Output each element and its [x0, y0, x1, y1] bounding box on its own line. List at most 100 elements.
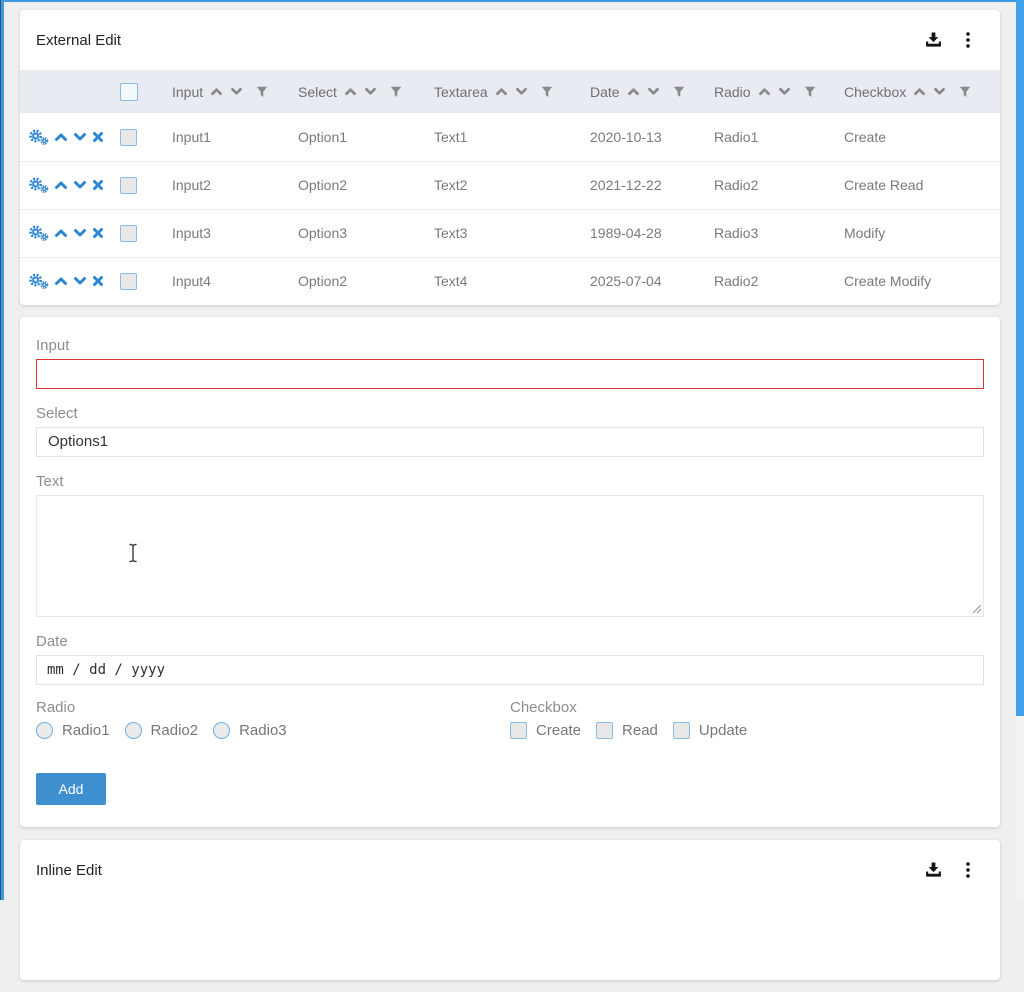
sort-desc-icon[interactable] [364, 87, 377, 96]
select-field[interactable]: Options1 [36, 427, 984, 457]
move-down-icon[interactable] [73, 276, 87, 286]
sort-desc-icon[interactable] [230, 87, 243, 96]
sort-desc-icon[interactable] [647, 87, 660, 96]
radio-button-icon[interactable] [125, 722, 142, 739]
settings-cogs-icon[interactable] [28, 272, 49, 290]
viewport-top-border [0, 0, 1024, 2]
cell-checkbox: Create Read [844, 161, 1000, 209]
move-down-icon[interactable] [73, 180, 87, 190]
checkbox-icon[interactable] [596, 722, 613, 739]
move-up-icon[interactable] [54, 132, 68, 142]
cell-checkbox: Modify [844, 209, 1000, 257]
download-icon[interactable] [925, 862, 942, 878]
delete-x-icon[interactable] [92, 227, 104, 239]
cell-select: Option1 [298, 113, 434, 161]
radio-option-label: Radio2 [151, 722, 199, 739]
filter-icon[interactable] [541, 86, 553, 98]
cell-input: Input4 [172, 257, 298, 305]
settings-cogs-icon[interactable] [28, 128, 49, 146]
cell-select: Option2 [298, 257, 434, 305]
checkbox-option-label: Create [536, 722, 581, 739]
checkbox-option-update[interactable]: Update [673, 722, 747, 739]
column-header-select[interactable]: Select [298, 70, 434, 113]
radio-option-radio3[interactable]: Radio3 [213, 722, 287, 739]
scrollbar-track[interactable] [1016, 0, 1024, 900]
sort-asc-icon[interactable] [627, 87, 640, 96]
radio-button-icon[interactable] [213, 722, 230, 739]
select-label: Select [36, 405, 984, 422]
move-down-icon[interactable] [73, 228, 87, 238]
scrollbar-thumb[interactable] [1016, 0, 1024, 716]
sort-asc-icon[interactable] [913, 87, 926, 96]
date-field[interactable] [36, 655, 984, 685]
sort-desc-icon[interactable] [515, 87, 528, 96]
filter-icon[interactable] [673, 86, 685, 98]
inline-edit-card: Inline Edit [20, 840, 1000, 980]
column-header-actions [20, 70, 120, 113]
radio-button-icon[interactable] [36, 722, 53, 739]
settings-cogs-icon[interactable] [28, 176, 49, 194]
move-up-icon[interactable] [54, 180, 68, 190]
add-record-form-card: Input Select Options1 Text Date Radio Ra… [20, 317, 1000, 827]
checkbox-option-read[interactable]: Read [596, 722, 658, 739]
column-header-input[interactable]: Input [172, 70, 298, 113]
cell-textarea: Text2 [434, 161, 590, 209]
checkbox-icon[interactable] [673, 722, 690, 739]
input-field[interactable] [36, 359, 984, 389]
move-down-icon[interactable] [73, 132, 87, 142]
table-row: Input4 Option2 Text4 2025-07-04 Radio2 C… [20, 257, 1000, 305]
cell-radio: Radio1 [714, 113, 844, 161]
data-table: Input Select [20, 70, 1000, 305]
column-header-textarea[interactable]: Textarea [434, 70, 590, 113]
checkbox-icon[interactable] [510, 722, 527, 739]
settings-cogs-icon[interactable] [28, 224, 49, 242]
row-checkbox[interactable] [120, 273, 137, 290]
download-icon[interactable] [925, 32, 942, 48]
filter-icon[interactable] [804, 86, 816, 98]
kebab-menu-icon[interactable] [966, 862, 970, 878]
cell-radio: Radio2 [714, 161, 844, 209]
column-header-checkbox[interactable]: Checkbox [844, 70, 1000, 113]
column-header-date[interactable]: Date [590, 70, 714, 113]
move-up-icon[interactable] [54, 276, 68, 286]
text-area-field[interactable] [36, 495, 984, 617]
cell-input: Input1 [172, 113, 298, 161]
move-up-icon[interactable] [54, 228, 68, 238]
cell-checkbox: Create Modify [844, 257, 1000, 305]
cell-radio: Radio2 [714, 257, 844, 305]
table-row: Input1 Option1 Text1 2020-10-13 Radio1 C… [20, 113, 1000, 161]
checkbox-option-create[interactable]: Create [510, 722, 581, 739]
sort-asc-icon[interactable] [210, 87, 223, 96]
sort-desc-icon[interactable] [778, 87, 791, 96]
sort-asc-icon[interactable] [344, 87, 357, 96]
row-checkbox[interactable] [120, 177, 137, 194]
delete-x-icon[interactable] [92, 131, 104, 143]
filter-icon[interactable] [256, 86, 268, 98]
card-title: Inline Edit [36, 862, 102, 879]
cell-textarea: Text1 [434, 113, 590, 161]
row-checkbox[interactable] [120, 225, 137, 242]
card-toolbar [925, 32, 970, 48]
radio-option-label: Radio1 [62, 722, 110, 739]
filter-icon[interactable] [959, 86, 971, 98]
sort-asc-icon[interactable] [495, 87, 508, 96]
column-label: Radio [714, 84, 751, 100]
filter-icon[interactable] [390, 86, 402, 98]
select-all-checkbox[interactable] [120, 83, 138, 101]
column-label: Date [590, 84, 620, 100]
column-header-radio[interactable]: Radio [714, 70, 844, 113]
sort-desc-icon[interactable] [933, 87, 946, 96]
radio-option-radio2[interactable]: Radio2 [125, 722, 199, 739]
delete-x-icon[interactable] [92, 179, 104, 191]
cell-input: Input2 [172, 161, 298, 209]
cell-input: Input3 [172, 209, 298, 257]
cell-radio: Radio3 [714, 209, 844, 257]
add-button[interactable]: Add [36, 773, 106, 805]
cell-select: Option2 [298, 161, 434, 209]
sort-asc-icon[interactable] [758, 87, 771, 96]
row-checkbox[interactable] [120, 129, 137, 146]
radio-option-radio1[interactable]: Radio1 [36, 722, 110, 739]
kebab-menu-icon[interactable] [966, 32, 970, 48]
delete-x-icon[interactable] [92, 275, 104, 287]
cell-textarea: Text3 [434, 209, 590, 257]
